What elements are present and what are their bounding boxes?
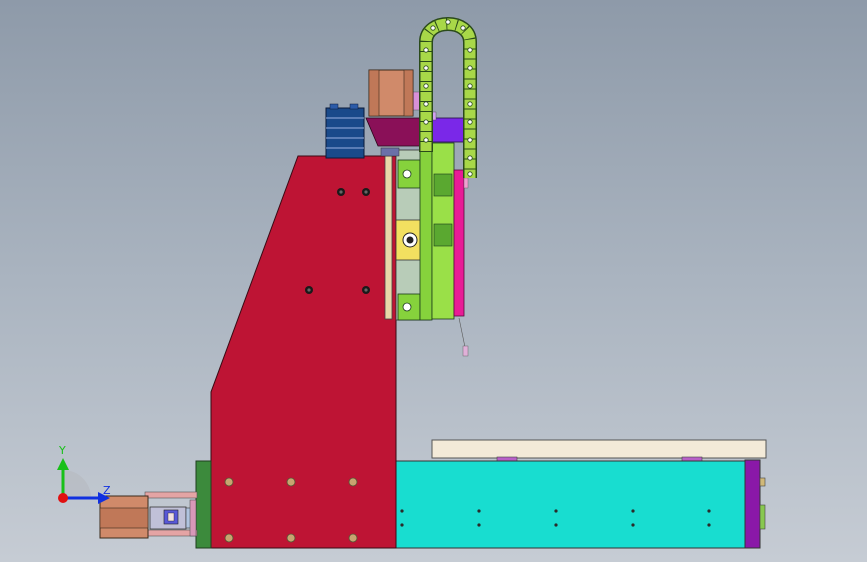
base-bed — [395, 460, 747, 549]
spindle-clamp — [395, 219, 423, 261]
z-axis-label: Z — [103, 484, 111, 497]
y-axis-motor-assembly — [99, 491, 198, 539]
motor-rod-bottom — [144, 529, 198, 537]
axis-triad — [57, 458, 110, 504]
end-plate-tab-top — [759, 477, 766, 487]
work-table — [431, 439, 767, 459]
pink-rail — [453, 169, 465, 317]
end-plate-tab-bottom — [759, 504, 766, 530]
end-plate — [744, 459, 761, 549]
triad-quadrant — [63, 470, 91, 498]
bearing-block-top — [397, 159, 421, 189]
cnc-machine-side-view — [57, 17, 767, 549]
gantry-column — [210, 155, 397, 549]
bracket-purple-block — [429, 117, 465, 143]
z-backplate — [384, 155, 393, 320]
z-motor — [368, 69, 414, 117]
z-slider-upper — [433, 173, 453, 197]
bearing-block-bottom — [397, 293, 421, 321]
y-axis-label: Y — [59, 444, 66, 457]
cad-viewport[interactable]: Y Z — [0, 0, 867, 562]
x-axis-dot — [58, 493, 68, 503]
z-axis-plate — [419, 145, 433, 321]
motor-rod-top — [144, 491, 198, 499]
foot-plate — [195, 460, 212, 549]
z-slider-lower — [433, 223, 453, 247]
y-drive-motor — [325, 103, 365, 159]
